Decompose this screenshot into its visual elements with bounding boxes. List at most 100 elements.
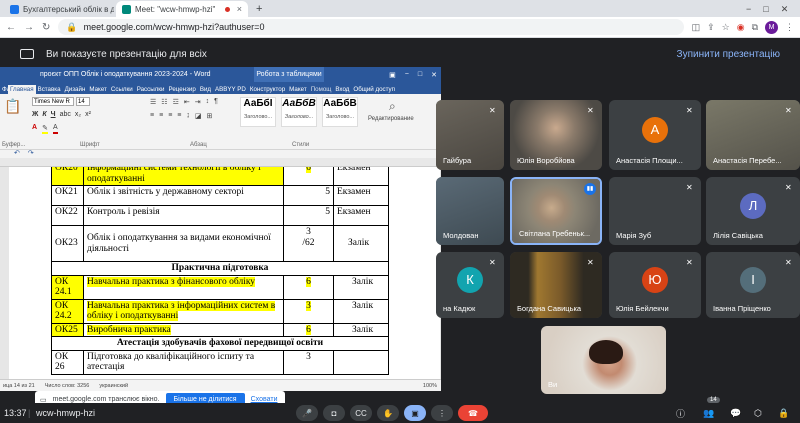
meet-favicon-icon — [122, 4, 131, 14]
paste-icon[interactable]: 📋 — [4, 98, 21, 115]
editing-button[interactable]: Редактирование — [368, 116, 414, 122]
italic-button[interactable]: К — [42, 111, 46, 118]
multilevel-icon[interactable]: ☲ — [173, 98, 179, 106]
self-view-tile[interactable]: Ви — [541, 326, 666, 394]
align-left-icon[interactable]: ≡ — [150, 112, 154, 120]
participant-tile[interactable]: ✕ А Анастасія Площи... — [609, 100, 701, 170]
tab-design[interactable]: Дизайн — [63, 85, 88, 94]
share-button[interactable]: Общий доступ — [351, 85, 397, 94]
sort-icon[interactable]: ↕ — [206, 98, 210, 106]
share-icon[interactable]: ⇪ — [707, 22, 715, 33]
pilcrow-icon[interactable]: ¶ — [214, 98, 218, 106]
participant-tile[interactable]: ✕ І Іванна Пріщенко — [706, 252, 800, 318]
close-icon[interactable]: × — [237, 4, 242, 14]
minimize-icon[interactable]: − — [746, 4, 751, 14]
maximize-icon[interactable]: □ — [763, 4, 768, 14]
tab-meet[interactable]: Meet: "wcw-hmwp-hzi" × — [116, 1, 248, 17]
puzzle-icon[interactable]: ⧉ — [752, 22, 758, 33]
style-heading2[interactable]: АаБбВ Заголово... — [281, 97, 317, 127]
tab-home[interactable]: Главная — [8, 85, 36, 94]
bullets-icon[interactable]: ☰ — [150, 98, 156, 106]
forward-icon[interactable]: → — [24, 22, 34, 33]
superscript-icon[interactable]: x² — [85, 111, 91, 118]
menu-icon[interactable]: ⋮ — [785, 22, 794, 33]
align-center-icon[interactable]: ≡ — [159, 112, 163, 120]
undo-icon[interactable]: ↶ — [14, 150, 20, 157]
line-spacing-icon[interactable]: ↨ — [186, 112, 190, 120]
minimize-icon[interactable]: − — [405, 71, 409, 79]
style-heading3[interactable]: АаБбВ Заголово... — [322, 97, 358, 127]
justify-icon[interactable]: ≡ — [177, 112, 181, 120]
tab-insert[interactable]: Вставка — [36, 85, 63, 94]
participant-tile[interactable]: ✕ Ю Юлія Бейлекчи — [609, 252, 701, 318]
reload-icon[interactable]: ↻ — [42, 22, 50, 33]
tab-view[interactable]: Вид — [198, 85, 213, 94]
participant-tile[interactable]: ✕ К на Кадюк — [436, 252, 504, 318]
borders-icon[interactable]: ⊞ — [207, 112, 213, 120]
tab-file[interactable]: Файл — [0, 85, 8, 94]
present-button[interactable]: ▣ — [404, 405, 426, 421]
participant-tile-speaking[interactable]: ▮▮ Світлана Гребеньк... — [510, 177, 602, 245]
new-tab-button[interactable]: + — [250, 1, 268, 17]
address-bar[interactable]: 🔒 meet.google.com/wcw-hmwp-hzi?authuser=… — [58, 19, 684, 35]
camera-button[interactable]: ◘ — [323, 405, 345, 421]
close-window-icon[interactable]: ✕ — [781, 4, 789, 15]
camera-icon[interactable]: ◫ — [692, 22, 701, 33]
participant-tile[interactable]: ✕ Юлія Воробйова — [510, 100, 602, 170]
microphone-button[interactable]: 🎤 — [296, 405, 318, 421]
activities-icon[interactable]: ⬡ — [754, 408, 762, 419]
participant-tile[interactable]: ✕ Гайбура — [436, 100, 504, 170]
tab-review[interactable]: Рецензир — [166, 85, 197, 94]
participant-tile[interactable]: ✕ Марія Зуб — [609, 177, 701, 245]
captions-button[interactable]: CC — [350, 405, 372, 421]
chat-icon[interactable]: 💬 — [730, 408, 741, 419]
hide-button[interactable]: Сховати — [251, 396, 278, 403]
increase-indent-icon[interactable]: ⇥ — [195, 98, 201, 106]
underline-button[interactable]: Ч — [51, 111, 56, 118]
participant-tile[interactable]: ✕ Анастасія Перебе... — [706, 100, 800, 170]
participant-tile[interactable]: Молдован — [436, 177, 504, 245]
strikethrough-icon[interactable]: abc — [60, 111, 71, 118]
zoom-level[interactable]: 100% — [423, 383, 437, 389]
star-icon[interactable]: ☆ — [722, 22, 730, 33]
more-options-button[interactable]: ⋮ — [431, 405, 453, 421]
extension-red-icon[interactable]: ◉ — [737, 22, 745, 33]
bold-button[interactable]: Ж — [32, 111, 38, 118]
tab-help[interactable]: Помощ — [309, 85, 334, 94]
maximize-icon[interactable]: □ — [418, 71, 422, 79]
font-color-icon[interactable]: A — [52, 124, 58, 134]
course-name: Облік і звітність у державному секторі — [83, 185, 284, 206]
info-icon[interactable]: ⓘ — [676, 407, 685, 420]
host-controls-icon[interactable]: 🔒 — [778, 408, 789, 419]
tab-accounting[interactable]: Бухгалтерський облік в держав × — [4, 1, 114, 17]
highlight-icon[interactable]: ✎ — [42, 124, 48, 134]
tab-references[interactable]: Ссылки — [109, 85, 135, 94]
close-icon[interactable]: ✕ — [431, 71, 437, 79]
subscript-icon[interactable]: x₂ — [75, 111, 81, 118]
sign-in-link[interactable]: Вход — [333, 85, 351, 94]
align-right-icon[interactable]: ≡ — [168, 112, 172, 120]
style-heading1[interactable]: АаБбІ Заголово... — [240, 97, 276, 127]
profile-avatar[interactable]: M — [765, 20, 778, 34]
tab-layout[interactable]: Макет — [87, 85, 109, 94]
people-icon[interactable]: 👥 — [703, 408, 714, 419]
shading-icon[interactable]: ◪ — [195, 112, 202, 120]
leave-call-button[interactable]: ☎ — [458, 405, 488, 421]
font-name-box[interactable]: Times New R — [32, 97, 74, 106]
redo-icon[interactable]: ↷ — [28, 150, 34, 157]
text-effects-icon[interactable]: A — [32, 124, 37, 134]
tab-table-design[interactable]: Конструктор — [248, 85, 287, 94]
decrease-indent-icon[interactable]: ⇤ — [184, 98, 190, 106]
participant-tile[interactable]: ✕ Л Лілія Савіцька — [706, 177, 800, 245]
find-icon[interactable]: ⌕ — [389, 99, 396, 114]
stop-presenting-button[interactable]: Зупинити презентацію — [677, 49, 780, 60]
font-size-box[interactable]: 14 — [76, 97, 90, 106]
raise-hand-button[interactable]: ✋ — [377, 405, 399, 421]
participant-tile[interactable]: ✕ Богдана Савицька — [510, 252, 602, 318]
ribbon-options-icon[interactable]: ▣ — [389, 71, 396, 79]
tab-abbyy[interactable]: ABBYY PD — [213, 85, 248, 94]
numbering-icon[interactable]: ☷ — [161, 98, 167, 106]
back-icon[interactable]: ← — [6, 22, 16, 33]
tab-mailings[interactable]: Рассылки — [135, 85, 167, 94]
tab-table-layout[interactable]: Макет — [287, 85, 309, 94]
